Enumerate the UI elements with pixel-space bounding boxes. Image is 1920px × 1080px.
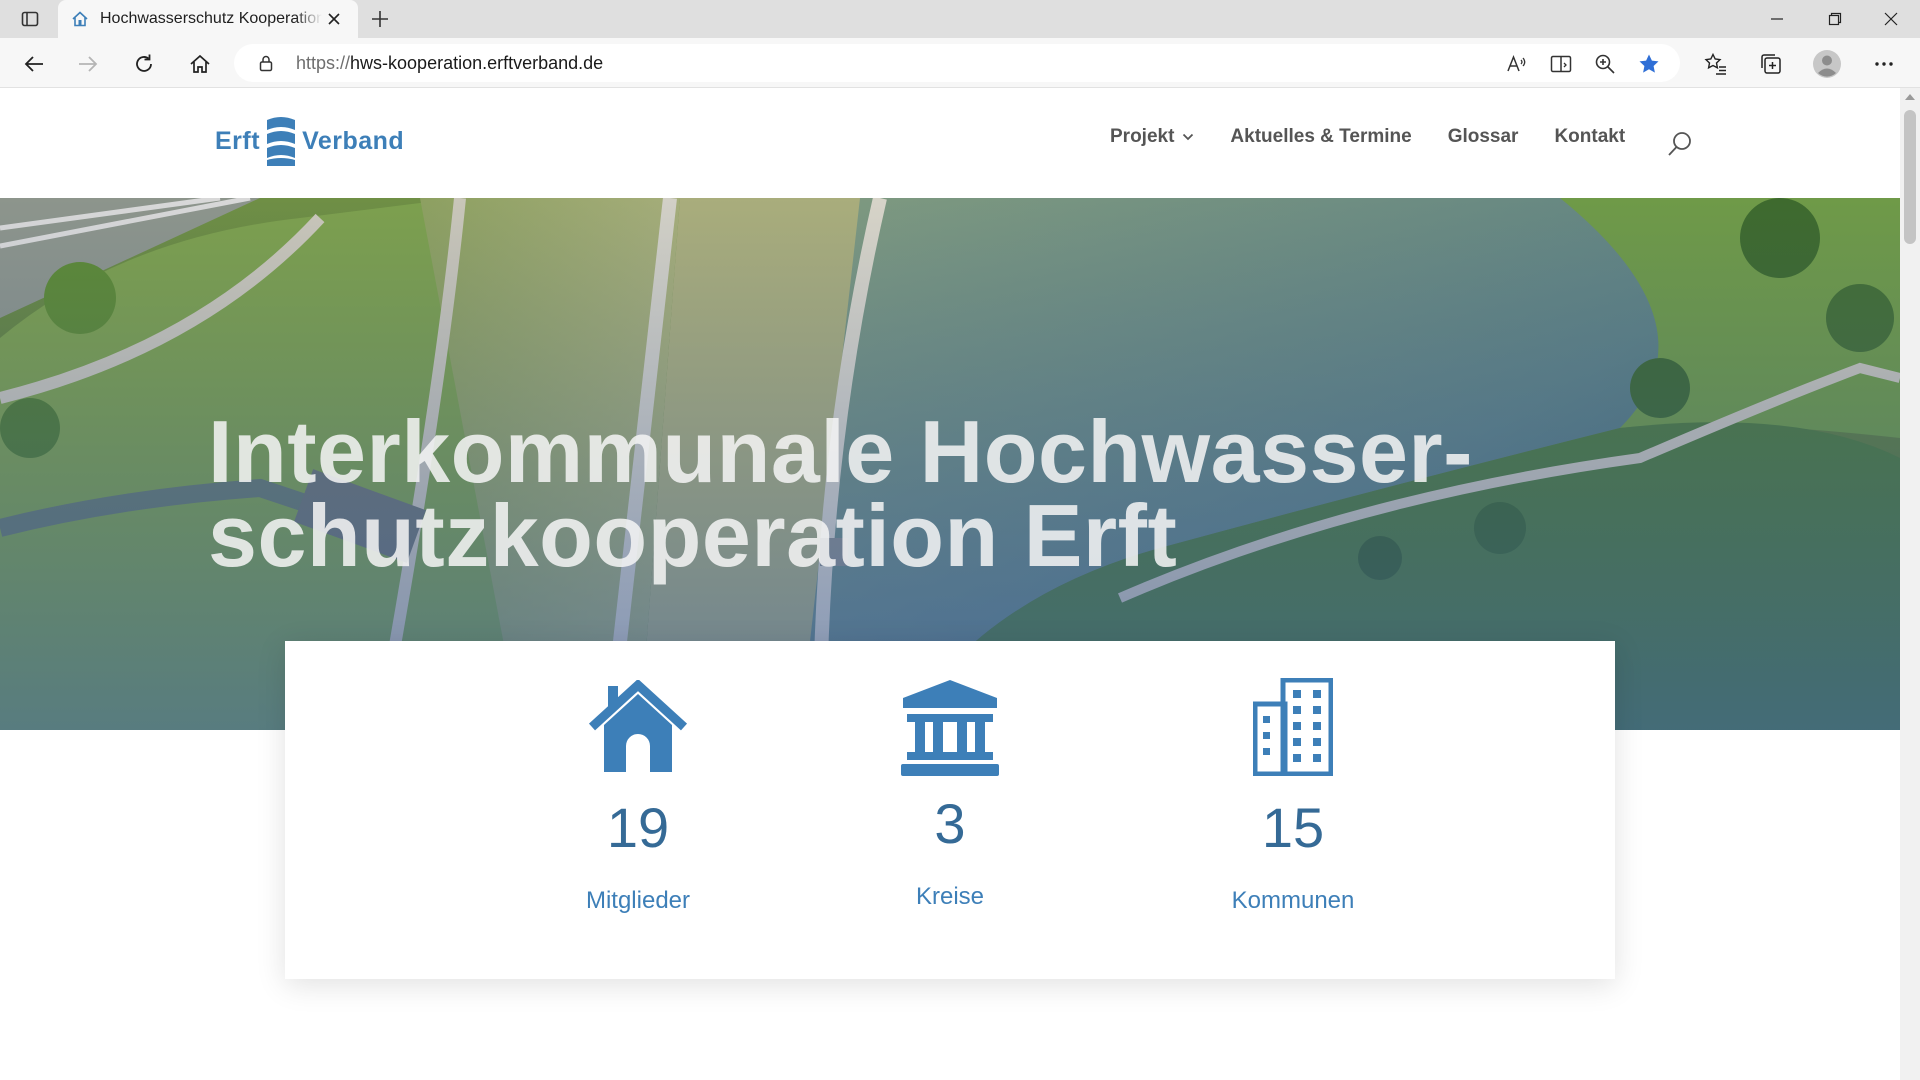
scroll-thumb[interactable] [1904, 110, 1916, 244]
tab-strip: Hochwasserschutz Kooperation Erft [0, 0, 1920, 38]
url-scheme: https:// [296, 53, 351, 73]
close-window-button[interactable] [1862, 0, 1920, 38]
nav-item-kontakt[interactable]: Kontakt [1554, 126, 1625, 148]
restore-icon [1828, 12, 1842, 26]
back-button[interactable] [18, 48, 50, 80]
hero-title-line-2: schutzkooperation Erft [208, 486, 1178, 585]
office-building-icon [1243, 677, 1343, 777]
site-header: Erft Verband Projekt Aktuelles & Termine… [0, 88, 1900, 198]
favorite-button[interactable] [1636, 51, 1662, 77]
forward-button[interactable] [72, 48, 104, 80]
collections-icon [1761, 54, 1781, 74]
stat-label: Mitglieder [585, 887, 691, 914]
home-favicon-icon [72, 11, 88, 27]
refresh-button[interactable] [128, 48, 160, 80]
tab-close-button[interactable] [322, 7, 346, 31]
nav-item-aktuelles[interactable]: Aktuelles & Termine [1230, 126, 1411, 148]
arrow-right-icon [79, 56, 98, 72]
plus-icon [372, 11, 388, 27]
stat-kommunen: 15 Kommunen [1143, 641, 1443, 979]
government-building-icon [900, 677, 1000, 777]
tab-actions-icon [21, 11, 39, 27]
nav-item-label: Kontakt [1554, 126, 1626, 147]
read-aloud-icon [1507, 54, 1526, 72]
erftverband-logo[interactable]: Erft Verband [215, 114, 404, 168]
search-icon [1668, 132, 1691, 156]
settings-more-button[interactable] [1868, 48, 1900, 80]
tab-actions-button[interactable] [12, 7, 48, 31]
nav-item-label: Glossar [1447, 126, 1519, 147]
browser-window: Hochwasserschutz Kooperation Erft [0, 0, 1920, 1080]
tab-title: Hochwasserschutz Kooperation Erft [100, 10, 322, 27]
new-tab-button[interactable] [368, 7, 392, 31]
immersive-reader-button[interactable] [1548, 51, 1574, 77]
stat-kreise: 3 Kreise [800, 641, 1100, 979]
home-button[interactable] [184, 48, 216, 80]
scroll-up-arrow-icon[interactable] [1905, 94, 1915, 100]
restore-button[interactable] [1806, 0, 1864, 38]
favorites-list-icon [1704, 52, 1726, 75]
minimize-button[interactable] [1748, 0, 1806, 38]
house-icon [588, 677, 688, 777]
zoom-button[interactable] [1592, 51, 1618, 77]
collections-button[interactable] [1755, 48, 1787, 80]
arrow-left-icon [24, 56, 43, 72]
nav-item-glossar[interactable]: Glossar [1448, 126, 1519, 148]
favorites-button[interactable] [1700, 48, 1732, 80]
stat-label: Kommunen [1231, 887, 1355, 914]
hero-title-line-1: Interkommunale Hochwasser- [208, 402, 1473, 501]
home-icon [190, 54, 210, 73]
vertical-scrollbar[interactable] [1900, 88, 1920, 1080]
close-icon [1884, 12, 1898, 26]
stat-value: 19 [606, 796, 670, 859]
stat-mitglieder: 19 Mitglieder [488, 641, 788, 979]
search-button[interactable] [1666, 130, 1694, 158]
nav-item-label: Projekt [1110, 126, 1175, 147]
logo-text-right: Verband [302, 126, 405, 155]
logo-text-left: Erft [215, 126, 261, 155]
lock-icon[interactable] [256, 53, 276, 73]
chevron-down-icon [1183, 133, 1194, 141]
url-host: hws-kooperation.erftverband.de [350, 53, 604, 73]
nav-item-projekt[interactable]: Projekt [1110, 126, 1194, 148]
tab-active[interactable]: Hochwasserschutz Kooperation Erft [58, 0, 358, 38]
immersive-reader-icon [1550, 55, 1572, 73]
stat-label: Kreise [915, 883, 985, 910]
browser-toolbar: https://hws-kooperation.erftverband.de [0, 38, 1920, 88]
star-filled-icon [1639, 54, 1659, 73]
nav-item-label: Aktuelles & Termine [1230, 126, 1412, 147]
main-nav: Projekt Aktuelles & Termine Glossar Kont… [1110, 126, 1661, 148]
read-aloud-button[interactable] [1504, 51, 1530, 77]
wave-logo-icon [267, 117, 296, 166]
more-horizontal-icon [1875, 62, 1893, 66]
refresh-icon [136, 54, 152, 72]
page-viewport: Erft Verband Projekt Aktuelles & Termine… [0, 88, 1900, 1080]
stats-card: 19 Mitglieder 3 Kreise 15 Kommunen [285, 641, 1615, 979]
profile-button[interactable] [1811, 48, 1843, 80]
url-text[interactable]: https://hws-kooperation.erftverband.de [296, 53, 603, 74]
minimize-icon [1771, 18, 1783, 20]
stat-value: 3 [934, 792, 966, 855]
zoom-in-icon [1595, 54, 1615, 74]
avatar-icon [1813, 50, 1841, 78]
hero-title: Interkommunale Hochwasser- schutzkoopera… [208, 402, 1508, 585]
stat-value: 15 [1261, 796, 1325, 859]
address-bar[interactable]: https://hws-kooperation.erftverband.de [234, 44, 1680, 82]
close-icon [328, 13, 340, 25]
